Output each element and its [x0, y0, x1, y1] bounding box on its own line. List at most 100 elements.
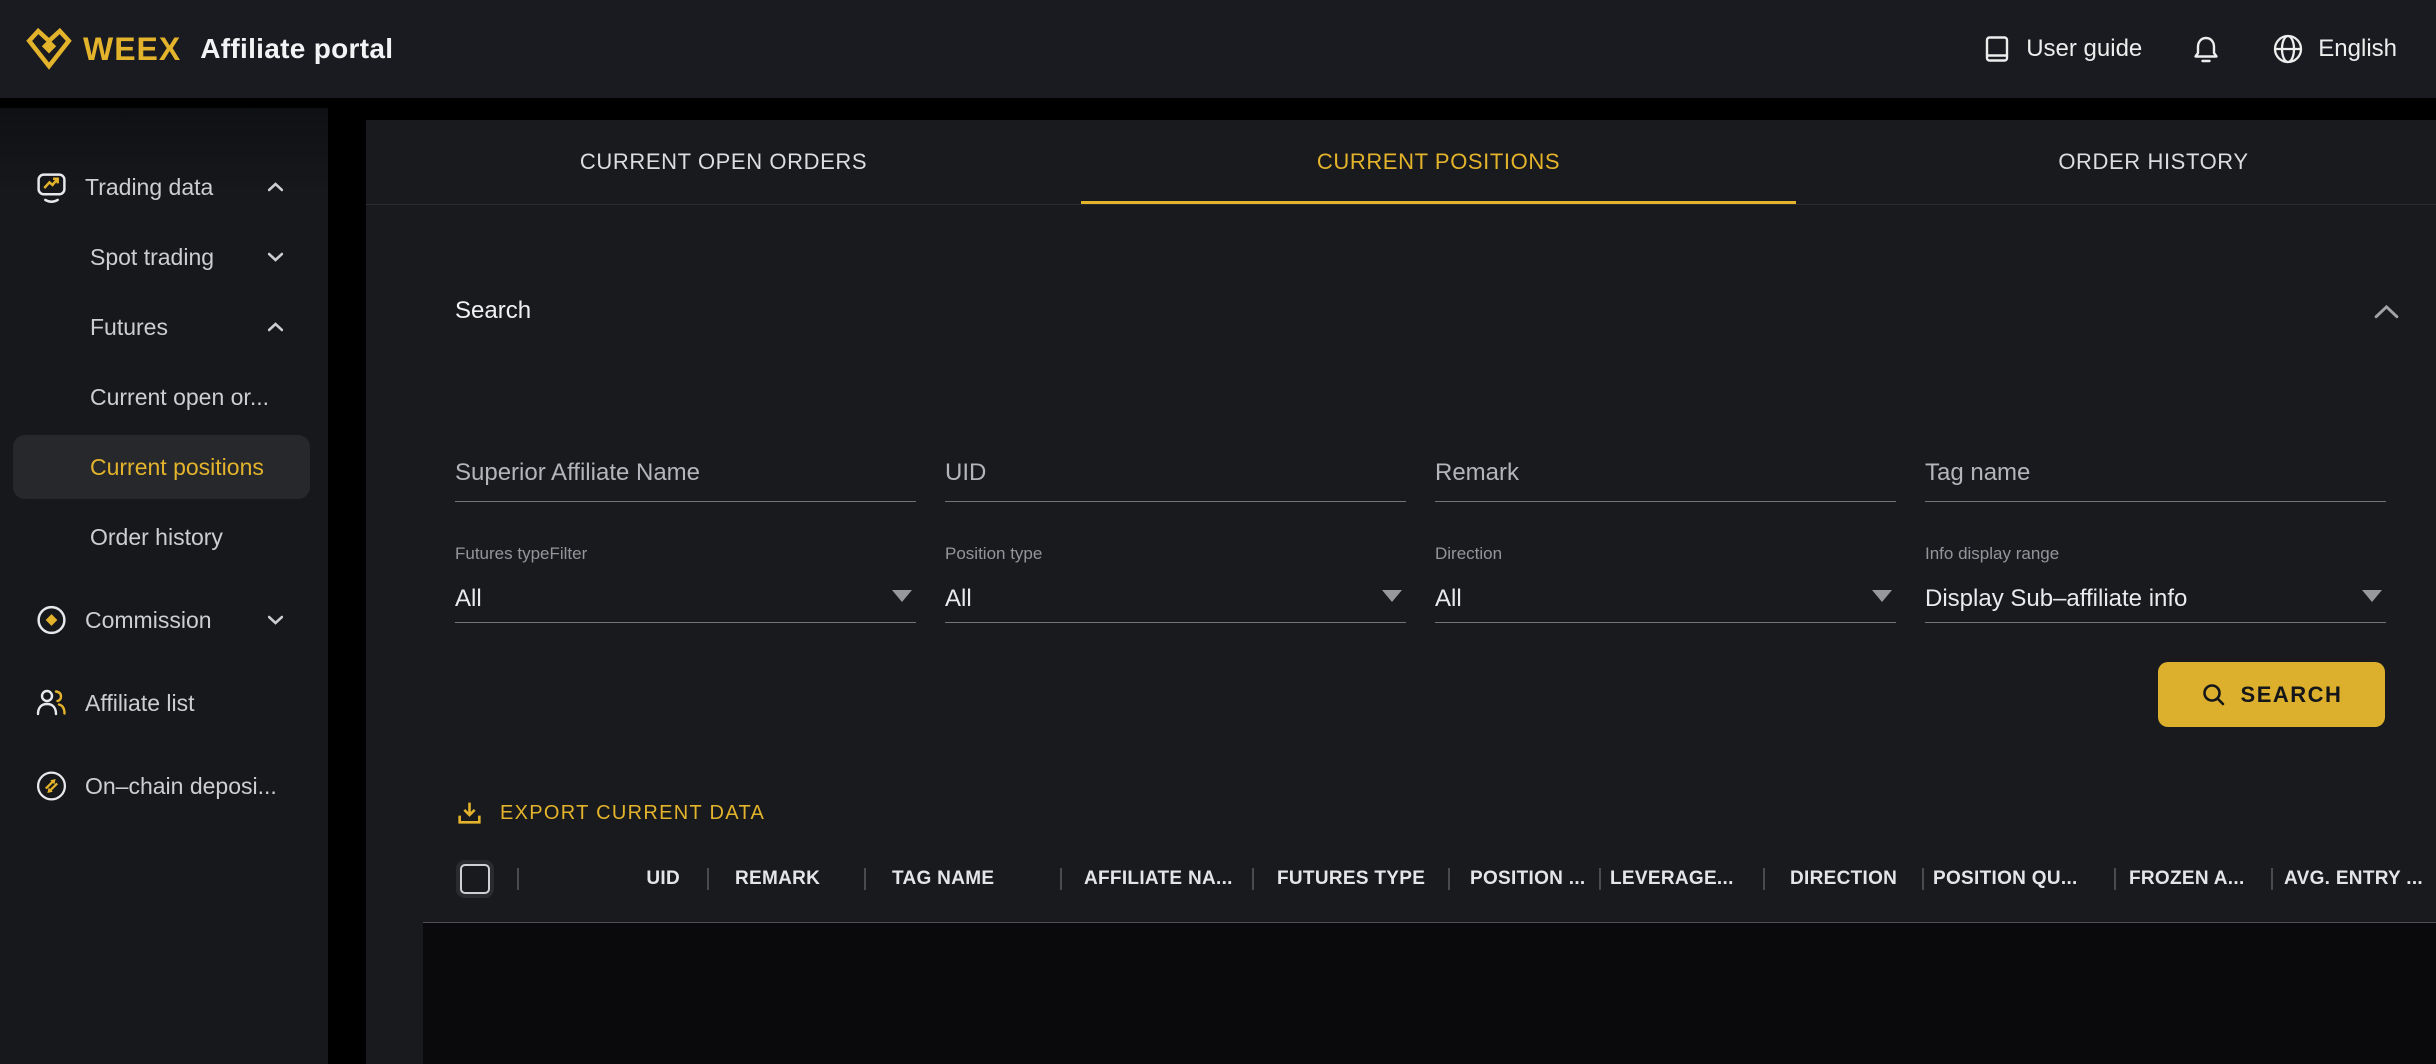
sidebar-item-futures[interactable]: Futures: [0, 292, 328, 362]
caret-down-icon: [892, 590, 912, 602]
futures-type-select[interactable]: All: [455, 576, 916, 623]
column-header-remark[interactable]: REMARK: [707, 853, 864, 905]
sidebar-item-label: Trading data: [85, 174, 213, 201]
sidebar: Trading data Spot trading Futures Curren…: [0, 108, 328, 1064]
main-content: CURRENT OPEN ORDERS CURRENT POSITIONS OR…: [366, 120, 2436, 1064]
select-info-display-range: Info display range Display Sub–affiliate…: [1925, 544, 2386, 623]
search-panel-header: Search: [455, 294, 2400, 328]
trading-data-icon: [35, 171, 68, 204]
tab-current-positions[interactable]: CURRENT POSITIONS: [1081, 120, 1796, 204]
sidebar-item-label: On–chain deposi...: [85, 773, 277, 800]
weex-logo-icon: [22, 26, 76, 72]
remark-input[interactable]: [1435, 459, 1896, 501]
column-header-position-qty[interactable]: POSITION QU...: [1922, 853, 2114, 905]
field-tag-name: [1925, 441, 2386, 502]
positions-table-header: UID REMARK TAG NAME AFFILIATE NA... FUTU…: [455, 853, 2436, 905]
affiliate-list-icon: [35, 687, 69, 720]
selected-value: All: [455, 585, 482, 613]
page-title: Affiliate portal: [200, 33, 393, 65]
selected-value: All: [945, 585, 972, 613]
select-futures-type: Futures typeFilter All: [455, 544, 916, 623]
select-all-cell: [455, 853, 517, 905]
sidebar-item-trading-data[interactable]: Trading data: [0, 152, 328, 222]
sidebar-item-onchain-deposit[interactable]: On–chain deposi...: [0, 751, 328, 821]
select-label: Info display range: [1925, 544, 2386, 564]
superior-affiliate-name-input[interactable]: [455, 459, 916, 501]
search-icon: [2201, 682, 2227, 708]
language-label: English: [2318, 35, 2397, 63]
sidebar-item-label: Futures: [90, 314, 168, 341]
download-icon: [455, 799, 484, 828]
user-guide-link[interactable]: User guide: [1982, 34, 2142, 64]
book-icon: [1982, 34, 2012, 64]
tab-bar: CURRENT OPEN ORDERS CURRENT POSITIONS OR…: [366, 120, 2436, 205]
tab-order-history[interactable]: ORDER HISTORY: [1796, 120, 2436, 204]
bell-icon: [2190, 33, 2222, 65]
field-uid: [945, 441, 1406, 502]
chevron-up-icon: [2373, 303, 2400, 320]
brand[interactable]: WEEX: [22, 26, 181, 72]
field-remark: [1435, 441, 1896, 502]
top-right-actions: User guide English: [1982, 33, 2397, 65]
select-all-checkbox[interactable]: [460, 864, 490, 894]
select-label: Futures typeFilter: [455, 544, 916, 564]
brand-name: WEEX: [83, 31, 181, 68]
sidebar-item-current-open-orders[interactable]: Current open or...: [0, 362, 328, 432]
select-label: Direction: [1435, 544, 1896, 564]
caret-down-icon: [1872, 590, 1892, 602]
sidebar-item-order-history[interactable]: Order history: [0, 502, 328, 572]
direction-select[interactable]: All: [1435, 576, 1896, 623]
column-header-position-type[interactable]: POSITION ...: [1448, 853, 1599, 905]
collapse-panel-button[interactable]: [2373, 303, 2400, 320]
uid-input[interactable]: [945, 459, 1406, 501]
field-superior-affiliate-name: [455, 441, 916, 502]
selected-value: All: [1435, 585, 1462, 613]
sidebar-item-label: Current positions: [90, 454, 264, 481]
sidebar-item-affiliate-list[interactable]: Affiliate list: [0, 668, 328, 738]
column-header-tag-name[interactable]: TAG NAME: [864, 853, 1060, 905]
select-direction: Direction All: [1435, 544, 1896, 623]
chevron-up-icon: [267, 182, 284, 193]
sidebar-item-spot-trading[interactable]: Spot trading: [0, 222, 328, 292]
column-header-direction[interactable]: DIRECTION: [1763, 853, 1922, 905]
globe-icon: [2272, 33, 2304, 65]
info-display-range-select[interactable]: Display Sub–affiliate info: [1925, 576, 2386, 623]
export-current-data-button[interactable]: EXPORT CURRENT DATA: [455, 789, 2400, 837]
affiliate-portal-page: WEEX Affiliate portal User guide: [0, 0, 2436, 1064]
search-panel: Search: [366, 205, 2436, 922]
caret-down-icon: [2362, 590, 2382, 602]
language-selector[interactable]: English: [2272, 33, 2397, 65]
sidebar-item-label: Commission: [85, 607, 212, 634]
chevron-down-icon: [267, 252, 284, 263]
sidebar-item-label: Current open or...: [90, 384, 269, 411]
sidebar-item-label: Order history: [90, 524, 223, 551]
selected-value: Display Sub–affiliate info: [1925, 585, 2187, 613]
search-panel-title: Search: [455, 297, 531, 325]
column-header-leverage[interactable]: LEVERAGE...: [1599, 853, 1763, 905]
user-guide-label: User guide: [2026, 35, 2142, 63]
search-button[interactable]: SEARCH: [2158, 662, 2385, 727]
top-bar: WEEX Affiliate portal User guide: [0, 0, 2436, 98]
search-button-label: SEARCH: [2241, 682, 2343, 708]
tab-current-open-orders[interactable]: CURRENT OPEN ORDERS: [366, 120, 1081, 204]
search-button-row: SEARCH: [455, 662, 2400, 727]
onchain-deposit-icon: [35, 770, 68, 803]
column-header-avg-entry[interactable]: AVG. ENTRY ...: [2271, 853, 2436, 905]
positions-table-body: [423, 922, 2436, 1064]
notifications-button[interactable]: [2190, 33, 2222, 65]
sidebar-item-label: Affiliate list: [85, 690, 195, 717]
export-label: EXPORT CURRENT DATA: [500, 802, 765, 825]
caret-down-icon: [1382, 590, 1402, 602]
select-position-type: Position type All: [945, 544, 1406, 623]
sidebar-item-commission[interactable]: Commission: [0, 585, 328, 655]
column-header-frozen-amount[interactable]: FROZEN A...: [2114, 853, 2271, 905]
position-type-select[interactable]: All: [945, 576, 1406, 623]
select-label: Position type: [945, 544, 1406, 564]
column-header-uid[interactable]: UID: [517, 853, 707, 905]
column-header-affiliate-name[interactable]: AFFILIATE NA...: [1060, 853, 1252, 905]
sidebar-item-current-positions[interactable]: Current positions: [0, 432, 328, 502]
search-text-fields: [455, 441, 2400, 502]
tag-name-input[interactable]: [1925, 459, 2386, 501]
chevron-up-icon: [267, 322, 284, 333]
column-header-futures-type[interactable]: FUTURES TYPE: [1252, 853, 1448, 905]
